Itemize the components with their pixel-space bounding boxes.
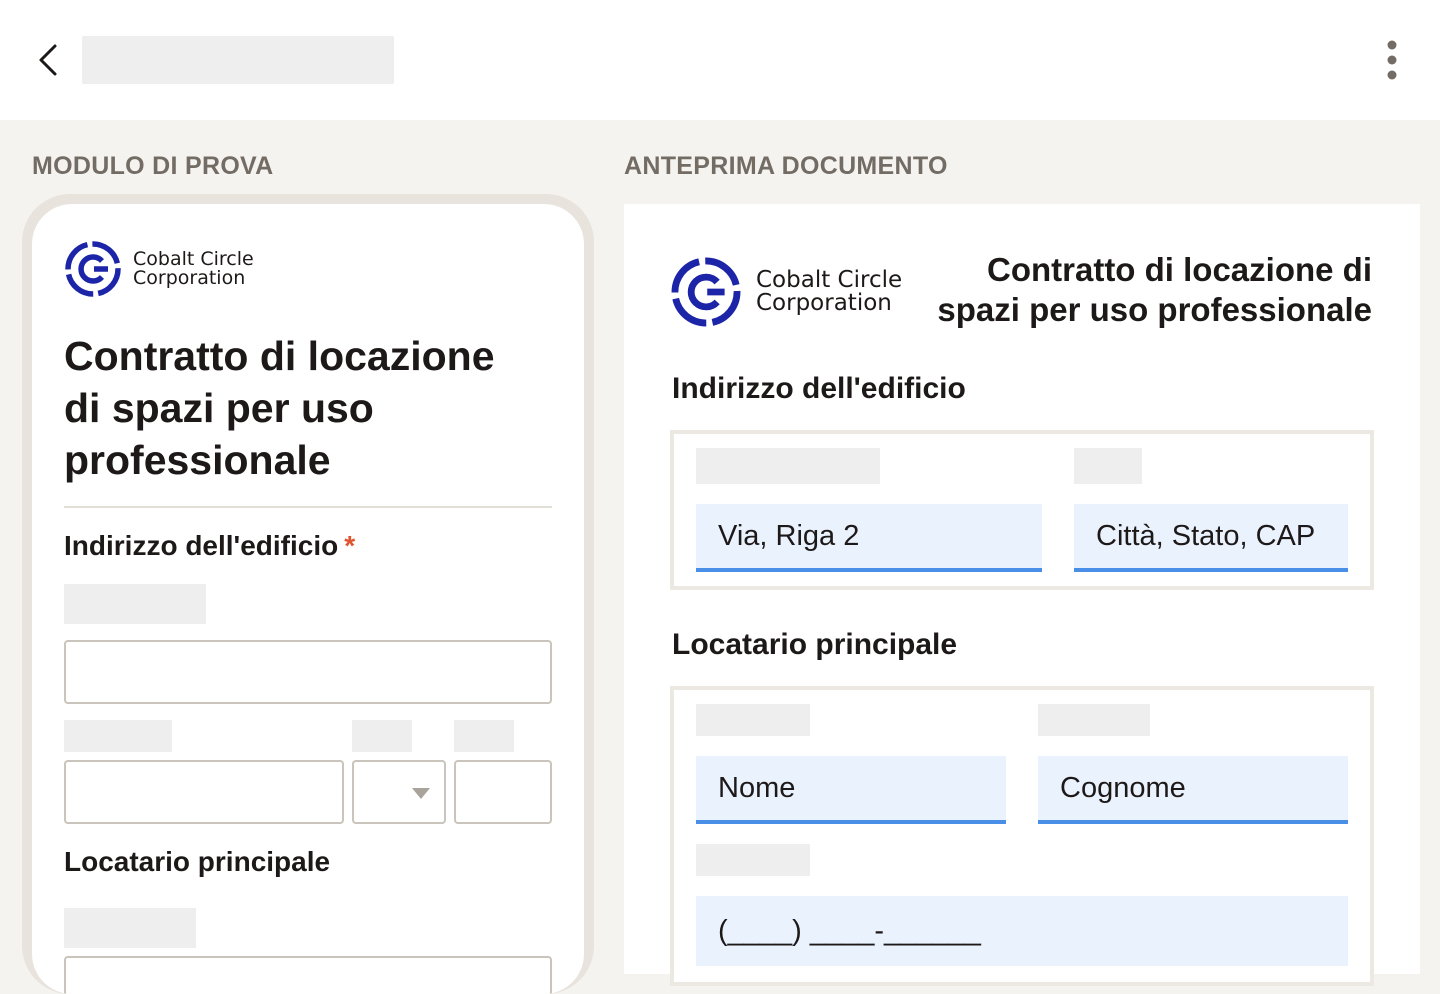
form-preview: Cobalt Circle Corporation Contratto di l…: [32, 204, 584, 994]
primary-tenant-label: Locatario principale: [64, 846, 331, 877]
tenant-label-placeholder: [64, 908, 196, 948]
doc-tenant-box: Nome Cognome (____) ____-______: [670, 686, 1374, 986]
doc-logo-name-line1: Cobalt Circle: [756, 267, 903, 293]
preview-section-label: ANTEPRIMA DOCUMENTO: [624, 152, 948, 180]
city-input[interactable]: [64, 760, 344, 824]
more-vertical-icon: [1387, 40, 1397, 80]
doc-street-label-placeholder: [696, 448, 880, 484]
app-header: [0, 0, 1440, 120]
street-input[interactable]: [64, 640, 552, 704]
form-title: Contratto di locazione di spazi per uso …: [64, 333, 495, 483]
document-title-placeholder: [82, 36, 394, 84]
zip-input[interactable]: [454, 760, 552, 824]
doc-first-name-label-placeholder: [696, 704, 810, 736]
doc-building-address-label: Indirizzo dell'edificio: [672, 372, 966, 405]
form-section-label: MODULO DI PROVA: [32, 152, 274, 180]
logo-name-line2: Corporation: [133, 267, 246, 289]
doc-primary-tenant-label: Locatario principale: [672, 628, 958, 661]
more-options-button[interactable]: [1372, 38, 1412, 82]
doc-last-name-field[interactable]: Cognome: [1038, 756, 1348, 824]
street-label-placeholder: [64, 584, 206, 624]
doc-logo-name-line2: Corporation: [756, 290, 892, 316]
doc-city-field[interactable]: Città, Stato, CAP: [1074, 504, 1348, 572]
doc-title: Contratto di locazione di spazi per uso …: [937, 251, 1372, 328]
doc-city-label-placeholder: [1074, 448, 1142, 484]
cobalt-circle-logo-icon: [65, 241, 121, 297]
building-address-label-text: Indirizzo dell'edificio: [64, 530, 339, 561]
state-label-placeholder: [352, 720, 412, 752]
doc-phone-field[interactable]: (____) ____-______: [696, 896, 1348, 966]
city-label-placeholder: [64, 720, 172, 752]
state-select[interactable]: [352, 760, 446, 824]
doc-logo: Cobalt Circle Corporation: [670, 256, 902, 328]
doc-street-field[interactable]: Via, Riga 2: [696, 504, 1042, 572]
doc-phone-label-placeholder: [696, 844, 810, 876]
document-preview: Cobalt Circle Corporation Contratto di l…: [624, 204, 1420, 986]
doc-address-box: Via, Riga 2 Città, Stato, CAP: [670, 430, 1374, 590]
cobalt-circle-logo-icon: [671, 257, 741, 327]
doc-last-name-label-placeholder: [1038, 704, 1150, 736]
doc-first-name-field[interactable]: Nome: [696, 756, 1006, 824]
required-asterisk: *: [344, 530, 356, 561]
building-address-label: Indirizzo dell'edificio *: [64, 530, 355, 562]
chevron-down-icon: [412, 788, 430, 799]
form-logo: Cobalt Circle Corporation: [64, 240, 254, 298]
zip-label-placeholder: [454, 720, 514, 752]
chevron-left-icon: [39, 44, 57, 76]
tenant-name-input[interactable]: [64, 956, 552, 994]
divider: [64, 506, 552, 508]
back-button[interactable]: [28, 40, 68, 80]
